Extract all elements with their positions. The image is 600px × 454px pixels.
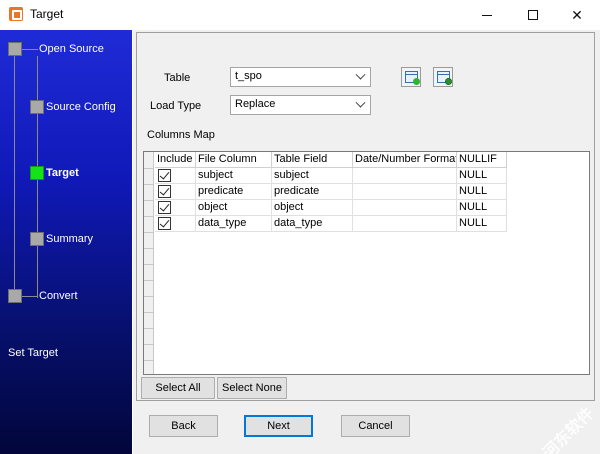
columns-map-label: Columns Map (147, 129, 215, 141)
include-checkbox[interactable] (158, 217, 171, 230)
table-row (155, 200, 196, 216)
nullif-cell[interactable]: NULL (457, 168, 507, 184)
step-target-marker (30, 166, 44, 180)
file-column-cell[interactable]: data_type (196, 216, 272, 232)
add-table-icon (404, 71, 420, 85)
close-icon: ✕ (571, 6, 583, 23)
step-open-source-marker (8, 42, 22, 56)
add-table-button[interactable] (401, 67, 421, 87)
file-column-cell[interactable]: object (196, 200, 272, 216)
table-field-cell[interactable]: subject (272, 168, 353, 184)
app-icon (9, 7, 23, 21)
maximize-button[interactable] (510, 0, 556, 30)
minimize-icon (482, 14, 492, 16)
columns-map-grid[interactable]: Include File Column Table Field Date/Num… (143, 151, 590, 375)
table-field-cell[interactable]: data_type (272, 216, 353, 232)
table-settings-button[interactable] (433, 67, 453, 87)
step-convert-marker (8, 289, 22, 303)
step-source-config[interactable]: Source Config (46, 101, 116, 113)
chevron-down-icon (355, 97, 366, 108)
step-summary[interactable]: Summary (46, 233, 93, 245)
watermark-logo: 河东软件 (506, 350, 598, 454)
table-row (155, 184, 196, 200)
select-all-button[interactable]: Select All (141, 377, 215, 399)
table-field-cell[interactable]: object (272, 200, 353, 216)
tree-line (22, 49, 38, 50)
maximize-icon (528, 10, 538, 20)
target-panel: Table t_spo Load Type Replace Columns Ma… (136, 32, 595, 401)
chevron-down-icon (355, 69, 366, 80)
tree-line (14, 56, 15, 298)
column-header-table-field[interactable]: Table Field (272, 152, 353, 168)
load-type-select-value: Replace (235, 98, 276, 110)
step-summary-marker (30, 232, 44, 246)
include-checkbox[interactable] (158, 185, 171, 198)
nullif-cell[interactable]: NULL (457, 200, 507, 216)
window-title: Target (30, 7, 64, 21)
step-open-source[interactable]: Open Source (39, 43, 104, 55)
column-header-include[interactable]: Include (155, 152, 196, 168)
file-column-cell[interactable]: predicate (196, 184, 272, 200)
format-cell[interactable] (353, 168, 457, 184)
table-label: Table (164, 72, 191, 84)
minimize-button[interactable] (464, 0, 510, 30)
column-header-format[interactable]: Date/Number Format (353, 152, 457, 168)
watermark-text: 河东软件 (540, 404, 598, 454)
step-target[interactable]: Target (46, 167, 79, 179)
table-select-value: t_spo (235, 70, 262, 82)
column-header-nullif[interactable]: NULLIF (457, 152, 507, 168)
table-field-cell[interactable]: predicate (272, 184, 353, 200)
close-button[interactable]: ✕ (554, 0, 600, 30)
table-settings-icon (436, 71, 452, 85)
step-convert[interactable]: Convert (39, 290, 78, 302)
select-none-button[interactable]: Select None (217, 377, 287, 399)
wizard-sidebar: Open Source Source Config Target Summary… (0, 30, 132, 454)
back-button[interactable]: Back (149, 415, 218, 437)
format-cell[interactable] (353, 200, 457, 216)
cancel-button[interactable]: Cancel (341, 415, 410, 437)
next-button[interactable]: Next (244, 415, 313, 437)
step-source-config-marker (30, 100, 44, 114)
row-gutter (144, 152, 154, 374)
status-text: Set Target (8, 347, 58, 359)
load-type-label: Load Type (150, 100, 202, 112)
title-bar: Target ✕ (0, 0, 600, 30)
nullif-cell[interactable]: NULL (457, 184, 507, 200)
table-row (155, 168, 196, 184)
include-checkbox[interactable] (158, 201, 171, 214)
table-row (155, 216, 196, 232)
format-cell[interactable] (353, 216, 457, 232)
nullif-cell[interactable]: NULL (457, 216, 507, 232)
include-checkbox[interactable] (158, 169, 171, 182)
table-select[interactable]: t_spo (230, 67, 371, 87)
file-column-cell[interactable]: subject (196, 168, 272, 184)
column-header-file-column[interactable]: File Column (196, 152, 272, 168)
load-type-select[interactable]: Replace (230, 95, 371, 115)
tree-line (22, 296, 38, 297)
format-cell[interactable] (353, 184, 457, 200)
